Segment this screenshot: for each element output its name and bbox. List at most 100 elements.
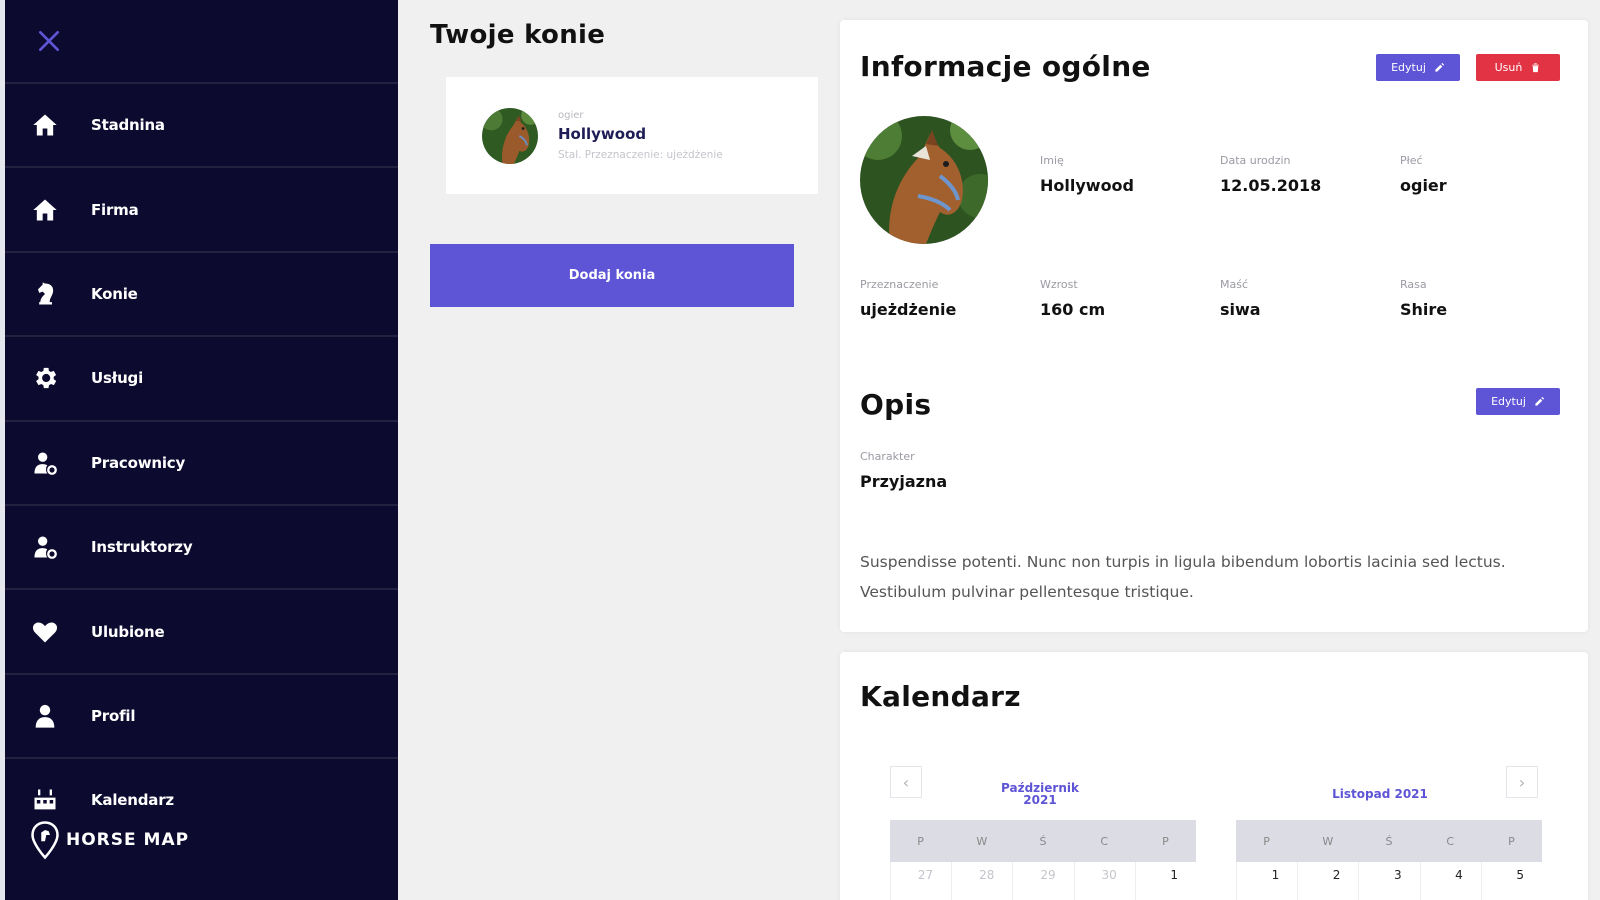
calendar-card: Kalendarz ‹ › Październik 2021 Listopad … (840, 652, 1588, 900)
delete-label: Usuń (1494, 61, 1523, 74)
gear-icon (29, 362, 61, 394)
sidebar-item-konie[interactable]: Konie (5, 250, 398, 335)
user-icon (29, 700, 61, 732)
weekday-label: Ś (1385, 834, 1393, 848)
horse-card-info: ogier Hollywood Stal. Przeznaczenie: uje… (558, 110, 723, 161)
calendar-left: P W Ś C P 27 28 29 30 1 (890, 820, 1196, 900)
sidebar-item-profil[interactable]: Profil (5, 672, 398, 757)
sidebar-item-label: Kalendarz (91, 791, 174, 810)
sidebar-item-instruktorzy[interactable]: Instruktorzy (5, 503, 398, 588)
user-settings-icon (29, 531, 61, 563)
weekday-label: C (1100, 834, 1109, 848)
weekday-label: P (1508, 834, 1515, 848)
sidebar-item-label: Konie (91, 284, 138, 303)
add-horse-button[interactable]: Dodaj konia (430, 244, 794, 307)
info-title: Informacje ogólne (860, 50, 1151, 83)
weekday-label: P (1162, 834, 1169, 848)
right-month-label: Listopad 2021 (1332, 787, 1428, 801)
chevron-left-icon: ‹ (902, 772, 910, 792)
calendar-week-row: 1 2 3 4 5 (1236, 862, 1542, 900)
field-label: Płeć (1400, 154, 1423, 167)
calendar-day[interactable]: 4 (1419, 862, 1481, 900)
weekday-label: W (1322, 834, 1334, 848)
calendar-day[interactable]: 30 (1073, 862, 1135, 900)
brand-logo: HORSE MAP (30, 820, 189, 860)
trash-icon (1532, 63, 1540, 73)
description-text: Suspendisse potenti. Nunc non turpis in … (860, 553, 1506, 601)
calendar-day[interactable]: 27 (890, 862, 951, 900)
sidebar-item-uslugi[interactable]: Usługi (5, 335, 398, 419)
field-name: Imię Hollywood (1040, 154, 1134, 195)
chevron-right-icon: › (1518, 772, 1526, 792)
field-value: ogier (1400, 176, 1447, 195)
field-color: Maść siwa (1220, 278, 1261, 319)
next-month-button[interactable]: › (1506, 766, 1538, 798)
brand-name: HORSE MAP (66, 830, 190, 850)
close-icon (38, 30, 60, 52)
sidebar-item-label: Ulubione (91, 622, 165, 641)
home-icon (29, 109, 61, 141)
field-value: 160 cm (1040, 300, 1106, 319)
field-breed: Rasa Shire (1400, 278, 1447, 319)
home-icon (29, 194, 61, 226)
horse-card[interactable]: ogier Hollywood Stal. Przeznaczenie: uje… (446, 77, 818, 194)
calendar-week-row: 27 28 29 30 1 (890, 862, 1196, 900)
calendar-day[interactable]: 3 (1358, 862, 1419, 900)
weekday-label: Ś (1039, 834, 1047, 848)
calendar-right: P W Ś C P 1 2 3 4 5 (1236, 820, 1542, 900)
calendar-day[interactable]: 5 (1480, 862, 1542, 900)
field-character: Charakter Przyjazna (860, 450, 947, 491)
weekday-header: P W Ś C P (890, 820, 1196, 862)
field-label: Charakter (860, 450, 915, 463)
weekday-label: P (1263, 834, 1270, 848)
sidebar-item-stadnina[interactable]: Stadnina (5, 82, 398, 166)
weekday-label: P (917, 834, 924, 848)
field-height: Wzrost 160 cm (1040, 278, 1105, 319)
sidebar-item-label: Usługi (91, 369, 144, 388)
info-card: Informacje ogólne Edytuj Usuń Imię Holly… (840, 20, 1588, 632)
sidebar-item-label: Pracownicy (91, 453, 186, 472)
horse-meta: Stal. Przeznaczenie: ujeżdżenie (558, 149, 723, 161)
horse-details: Informacje ogólne Edytuj Usuń Imię Holly… (818, 0, 1600, 900)
field-purpose: Przeznaczenie ujeżdżenie (860, 278, 956, 319)
horse-avatar (482, 107, 538, 164)
calendar-icon (29, 784, 61, 816)
sidebar-nav: Stadnina Firma Konie Usługi Pracownicy I… (5, 82, 398, 842)
calendar-day[interactable]: 1 (1134, 862, 1196, 900)
pencil-icon (1435, 62, 1444, 72)
close-menu-button[interactable] (34, 26, 64, 56)
field-sex: Płeć ogier (1400, 154, 1447, 195)
sidebar-item-label: Stadnina (91, 116, 165, 135)
horse-icon (29, 278, 61, 310)
description-title: Opis (860, 388, 932, 421)
field-label: Data urodzin (1220, 154, 1291, 167)
field-label: Maść (1220, 278, 1249, 291)
edit-label: Edytuj (1391, 61, 1426, 74)
field-value: Shire (1400, 300, 1448, 319)
edit-info-button[interactable]: Edytuj (1376, 54, 1460, 81)
prev-month-button[interactable]: ‹ (890, 766, 922, 798)
field-label: Wzrost (1040, 278, 1078, 291)
field-value: siwa (1220, 300, 1261, 319)
field-label: Przeznaczenie (860, 278, 939, 291)
delete-horse-button[interactable]: Usuń (1476, 54, 1560, 81)
field-value: Hollywood (1040, 176, 1134, 195)
field-birth: Data urodzin 12.05.2018 (1220, 154, 1321, 195)
calendar-day[interactable]: 28 (951, 862, 1012, 900)
calendar-day[interactable]: 1 (1236, 862, 1297, 900)
horse-name: Hollywood (558, 125, 647, 143)
calendar-day[interactable]: 29 (1012, 862, 1073, 900)
sidebar-item-label: Firma (91, 200, 139, 219)
field-label: Imię (1040, 154, 1064, 167)
map-pin-icon (31, 821, 59, 860)
edit-description-button[interactable]: Edytuj (1476, 388, 1560, 415)
field-label: Rasa (1400, 278, 1427, 291)
weekday-header: P W Ś C P (1236, 820, 1542, 862)
page-title: Twoje konie (430, 20, 606, 50)
sidebar-item-firma[interactable]: Firma (5, 166, 398, 250)
sidebar-item-ulubione[interactable]: Ulubione (5, 588, 398, 672)
calendar-day[interactable]: 2 (1297, 862, 1358, 900)
edit-label: Edytuj (1491, 395, 1526, 408)
sidebar-item-pracownicy[interactable]: Pracownicy (5, 419, 398, 504)
weekday-label: C (1446, 834, 1455, 848)
